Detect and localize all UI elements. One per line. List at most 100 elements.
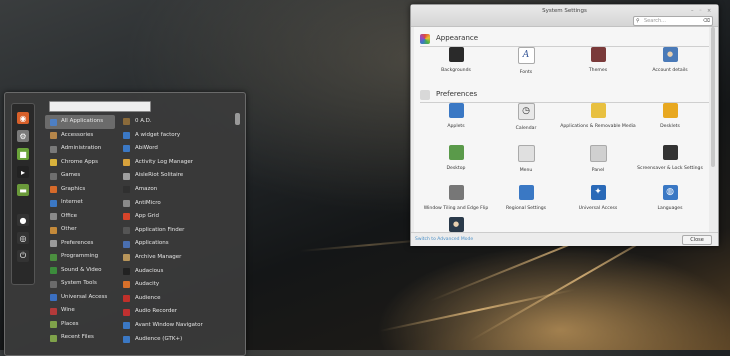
settings-item[interactable]: Themes <box>560 47 636 74</box>
settings-item-label: Backgrounds <box>441 68 471 73</box>
fonts-icon-glyph: A <box>522 49 530 60</box>
section-title: Preferences <box>436 90 478 98</box>
app-item[interactable]: A widget factory <box>119 129 231 143</box>
files-icon[interactable]: ▬ <box>17 184 29 196</box>
settings-item[interactable]: A Fonts <box>488 47 564 76</box>
app-icon <box>123 159 130 167</box>
settings-search-input[interactable]: ⚲ Search... ⌫ <box>633 16 713 26</box>
settings-body: Appearance Backgrounds A Fonts Themes ● Accoun… <box>414 27 709 232</box>
app-item[interactable]: Applications <box>119 237 231 251</box>
files-icon-glyph: ▬ <box>19 185 27 195</box>
app-label: Audio Recorder <box>135 308 178 315</box>
settings-icon[interactable]: ⚙ <box>17 130 29 142</box>
menu-search-input[interactable] <box>49 101 151 112</box>
settings-item[interactable]: Applets <box>418 103 494 130</box>
lock-icon[interactable]: ● <box>17 214 29 226</box>
category-item[interactable]: Places <box>45 318 115 332</box>
settings-item[interactable]: Desktop <box>418 145 494 172</box>
tiling-icon-glyph <box>449 185 464 200</box>
software-icon[interactable]: ■ <box>17 148 29 160</box>
terminal-icon[interactable]: ▸ <box>17 166 29 178</box>
settings-item[interactable]: ● Account details <box>632 47 708 74</box>
settings-item[interactable]: Regional Settings <box>488 185 564 212</box>
category-label: Recent Files <box>61 334 94 340</box>
app-label: Activity Log Manager <box>135 158 193 165</box>
settings-item[interactable]: Backgrounds <box>418 47 494 74</box>
firefox-icon[interactable]: ◉ <box>17 112 29 124</box>
close-button[interactable]: Close <box>682 235 712 245</box>
settings-item[interactable]: Screensaver & Lock Settings <box>632 145 708 172</box>
menu-scrollbar[interactable] <box>235 113 240 125</box>
category-item[interactable]: Recent Files <box>45 331 115 345</box>
category-item[interactable]: Accessories <box>45 129 115 143</box>
app-item[interactable]: AntiMicro <box>119 197 231 211</box>
app-label: A widget factory <box>135 131 181 138</box>
category-icon <box>50 199 57 207</box>
category-icon <box>50 321 57 328</box>
desklets-icon <box>662 103 678 118</box>
app-icon <box>123 281 130 289</box>
settings-item[interactable]: Desklets <box>632 103 708 130</box>
app-item[interactable]: Audacious <box>119 265 231 279</box>
app-item[interactable]: Archive Manager <box>119 251 231 265</box>
category-item[interactable]: Administration <box>45 142 115 156</box>
minimize-button[interactable]: – <box>691 8 694 14</box>
category-label: System Tools <box>61 280 97 286</box>
settings-item[interactable]: ◍ Languages <box>632 185 708 212</box>
settings-item[interactable]: Panel <box>560 145 636 174</box>
category-item[interactable]: Games <box>45 169 115 183</box>
app-item[interactable]: Audience (GTK+) <box>119 333 231 347</box>
close-window-button[interactable]: × <box>707 8 711 14</box>
app-item[interactable]: AisleRiot Solitaire <box>119 169 231 183</box>
app-item[interactable]: App Grid <box>119 210 231 224</box>
settings-item[interactable]: ✦ Universal Access <box>560 185 636 212</box>
shutdown-icon-glyph: ⏻ <box>19 251 27 260</box>
app-icon <box>123 118 130 126</box>
category-item[interactable]: Programming <box>45 250 115 264</box>
title-bar[interactable]: System Settings – ◦ × ⚲ Search... ⌫ <box>411 5 718 27</box>
terminal-icon-glyph: ▸ <box>20 167 25 177</box>
app-item[interactable]: Application Finder <box>119 224 231 238</box>
category-item[interactable]: System Tools <box>45 277 115 291</box>
settings-item[interactable]: Window Tiling and Edge Flip <box>418 185 494 212</box>
app-item[interactable]: 0 A.D. <box>119 115 231 129</box>
search-placeholder: Search... <box>644 18 666 24</box>
category-item[interactable]: Chrome Apps <box>45 156 115 170</box>
category-item[interactable]: Other <box>45 223 115 237</box>
category-item[interactable]: Sound & Video <box>45 264 115 278</box>
clear-search-icon[interactable]: ⌫ <box>703 17 710 25</box>
category-label: Internet <box>61 199 83 205</box>
settings-item[interactable]: Applications & Removable Media <box>560 103 636 130</box>
category-icon <box>50 307 57 315</box>
category-item[interactable]: Graphics <box>45 183 115 197</box>
app-item[interactable]: AbiWord <box>119 142 231 156</box>
category-icon <box>50 334 57 342</box>
app-item[interactable]: Avant Window Navigator <box>119 319 231 333</box>
app-item[interactable]: Audacity <box>119 278 231 292</box>
section-title: Appearance <box>436 34 479 42</box>
settings-item[interactable]: Menu <box>488 145 564 174</box>
category-item[interactable]: Wine <box>45 304 115 318</box>
calendar-icon-glyph: ◷ <box>522 105 530 116</box>
category-item[interactable]: All Applications <box>45 115 115 129</box>
app-item[interactable]: Audio Recorder <box>119 305 231 319</box>
settings-item-label: Calendar <box>515 126 537 131</box>
category-item[interactable]: Preferences <box>45 237 115 251</box>
app-label: Applications <box>135 240 169 247</box>
category-label: Sound & Video <box>61 266 102 273</box>
applets-icon-glyph <box>449 103 464 118</box>
account-icon: ● <box>662 47 678 62</box>
app-item[interactable]: Amazon <box>119 183 231 197</box>
settings-scrollbar[interactable] <box>711 27 715 167</box>
logout-icon[interactable]: ◎ <box>17 232 29 244</box>
app-item[interactable]: Activity Log Manager <box>119 156 231 170</box>
settings-item[interactable]: ◷ Calendar <box>488 103 564 132</box>
app-icon <box>123 254 130 262</box>
app-item[interactable]: Audience <box>119 292 231 306</box>
shutdown-icon[interactable]: ⏻ <box>17 250 29 262</box>
advanced-mode-link[interactable]: Switch to Advanced Mode <box>415 237 473 242</box>
category-item[interactable]: Universal Access <box>45 291 115 305</box>
category-item[interactable]: Internet <box>45 196 115 210</box>
category-item[interactable]: Office <box>45 210 115 224</box>
maximize-button[interactable]: ◦ <box>699 8 702 14</box>
